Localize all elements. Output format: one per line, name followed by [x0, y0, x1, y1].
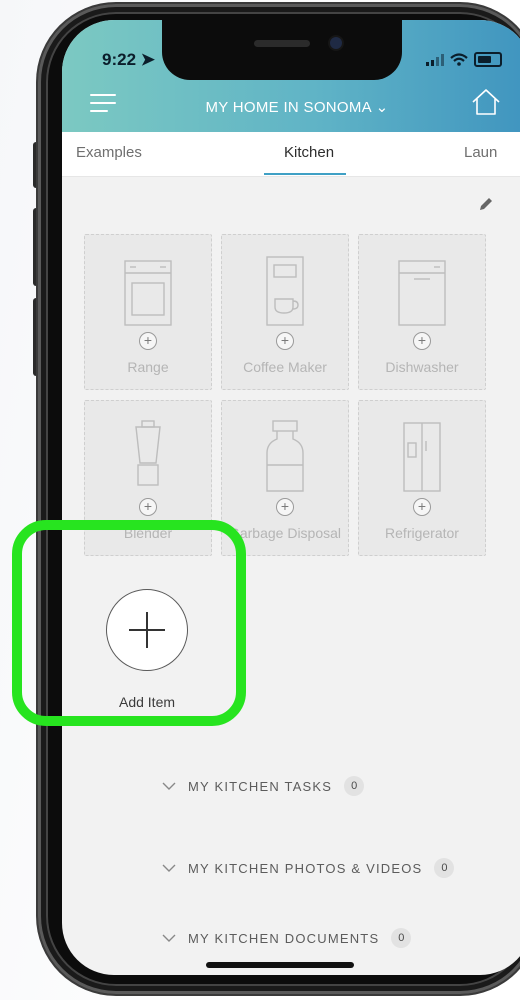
appliance-card-dishwasher[interactable]: + Dishwasher [358, 234, 486, 390]
section-title: MY KITCHEN TASKS [188, 778, 333, 794]
location-arrow-icon: ➤ [140, 50, 156, 69]
add-refrigerator-icon[interactable]: + [413, 498, 431, 516]
status-time: 9:22 ➤ [102, 50, 156, 69]
active-tab-indicator [264, 173, 346, 175]
section-title: MY KITCHEN DOCUMENTS [188, 930, 380, 946]
blender-icon [135, 420, 161, 486]
add-range-icon[interactable]: + [139, 332, 157, 350]
appliance-label: Refrigerator [385, 525, 459, 541]
section-documents[interactable]: MY KITCHEN DOCUMENTS 0 [162, 926, 412, 950]
add-blender-icon[interactable]: + [139, 498, 157, 516]
range-icon [124, 260, 172, 326]
coffee-maker-icon [266, 256, 304, 326]
home-selector[interactable]: MY HOME IN SONOMA ⌄ [62, 98, 520, 116]
appliance-label: Dishwasher [385, 359, 459, 375]
speaker [254, 40, 310, 47]
appliance-card-refrigerator[interactable]: + Refrigerator [358, 400, 486, 556]
pencil-icon[interactable] [478, 196, 494, 212]
dishwasher-icon [398, 260, 446, 326]
chevron-down-icon: ⌄ [375, 99, 389, 116]
chevron-down-icon [162, 782, 176, 790]
add-garbage-disposal-icon[interactable]: + [276, 498, 294, 516]
room-tabs: Examples Kitchen Laun [62, 132, 520, 177]
status-icons [426, 52, 502, 67]
count-badge: 0 [344, 776, 365, 796]
garbage-disposal-icon [266, 420, 304, 492]
wifi-icon [450, 53, 468, 66]
add-dishwasher-icon[interactable]: + [413, 332, 431, 350]
count-badge: 0 [434, 858, 455, 878]
appliance-card-range[interactable]: + Range [84, 234, 212, 390]
signal-icon [426, 53, 444, 66]
appliance-label: Range [127, 359, 169, 375]
home-indicator[interactable] [206, 962, 354, 968]
highlight-box [12, 520, 246, 726]
appliance-card-coffee-maker[interactable]: + Coffee Maker [221, 234, 349, 390]
chevron-down-icon [162, 934, 176, 942]
app-screen: 9:22 ➤ MY HOME IN SONOMA ⌄ Examples Kitc… [62, 20, 520, 975]
add-coffee-maker-icon[interactable]: + [276, 332, 294, 350]
appliance-card-garbage-disposal[interactable]: + Garbage Disposal [221, 400, 349, 556]
section-tasks[interactable]: MY KITCHEN TASKS 0 [162, 774, 365, 798]
front-camera [330, 37, 342, 49]
section-photos-videos[interactable]: MY KITCHEN PHOTOS & VIDEOS 0 [162, 856, 455, 880]
chevron-down-icon [162, 864, 176, 872]
tab-kitchen[interactable]: Kitchen [284, 144, 334, 161]
count-badge: 0 [391, 928, 412, 948]
refrigerator-icon [403, 422, 441, 492]
home-icon[interactable] [470, 86, 502, 118]
battery-icon [474, 52, 502, 67]
appliance-label: Coffee Maker [243, 359, 327, 375]
tab-laundry[interactable]: Laun [464, 144, 497, 161]
tab-examples[interactable]: Examples [76, 144, 142, 161]
section-title: MY KITCHEN PHOTOS & VIDEOS [188, 860, 423, 876]
notch [162, 20, 402, 80]
